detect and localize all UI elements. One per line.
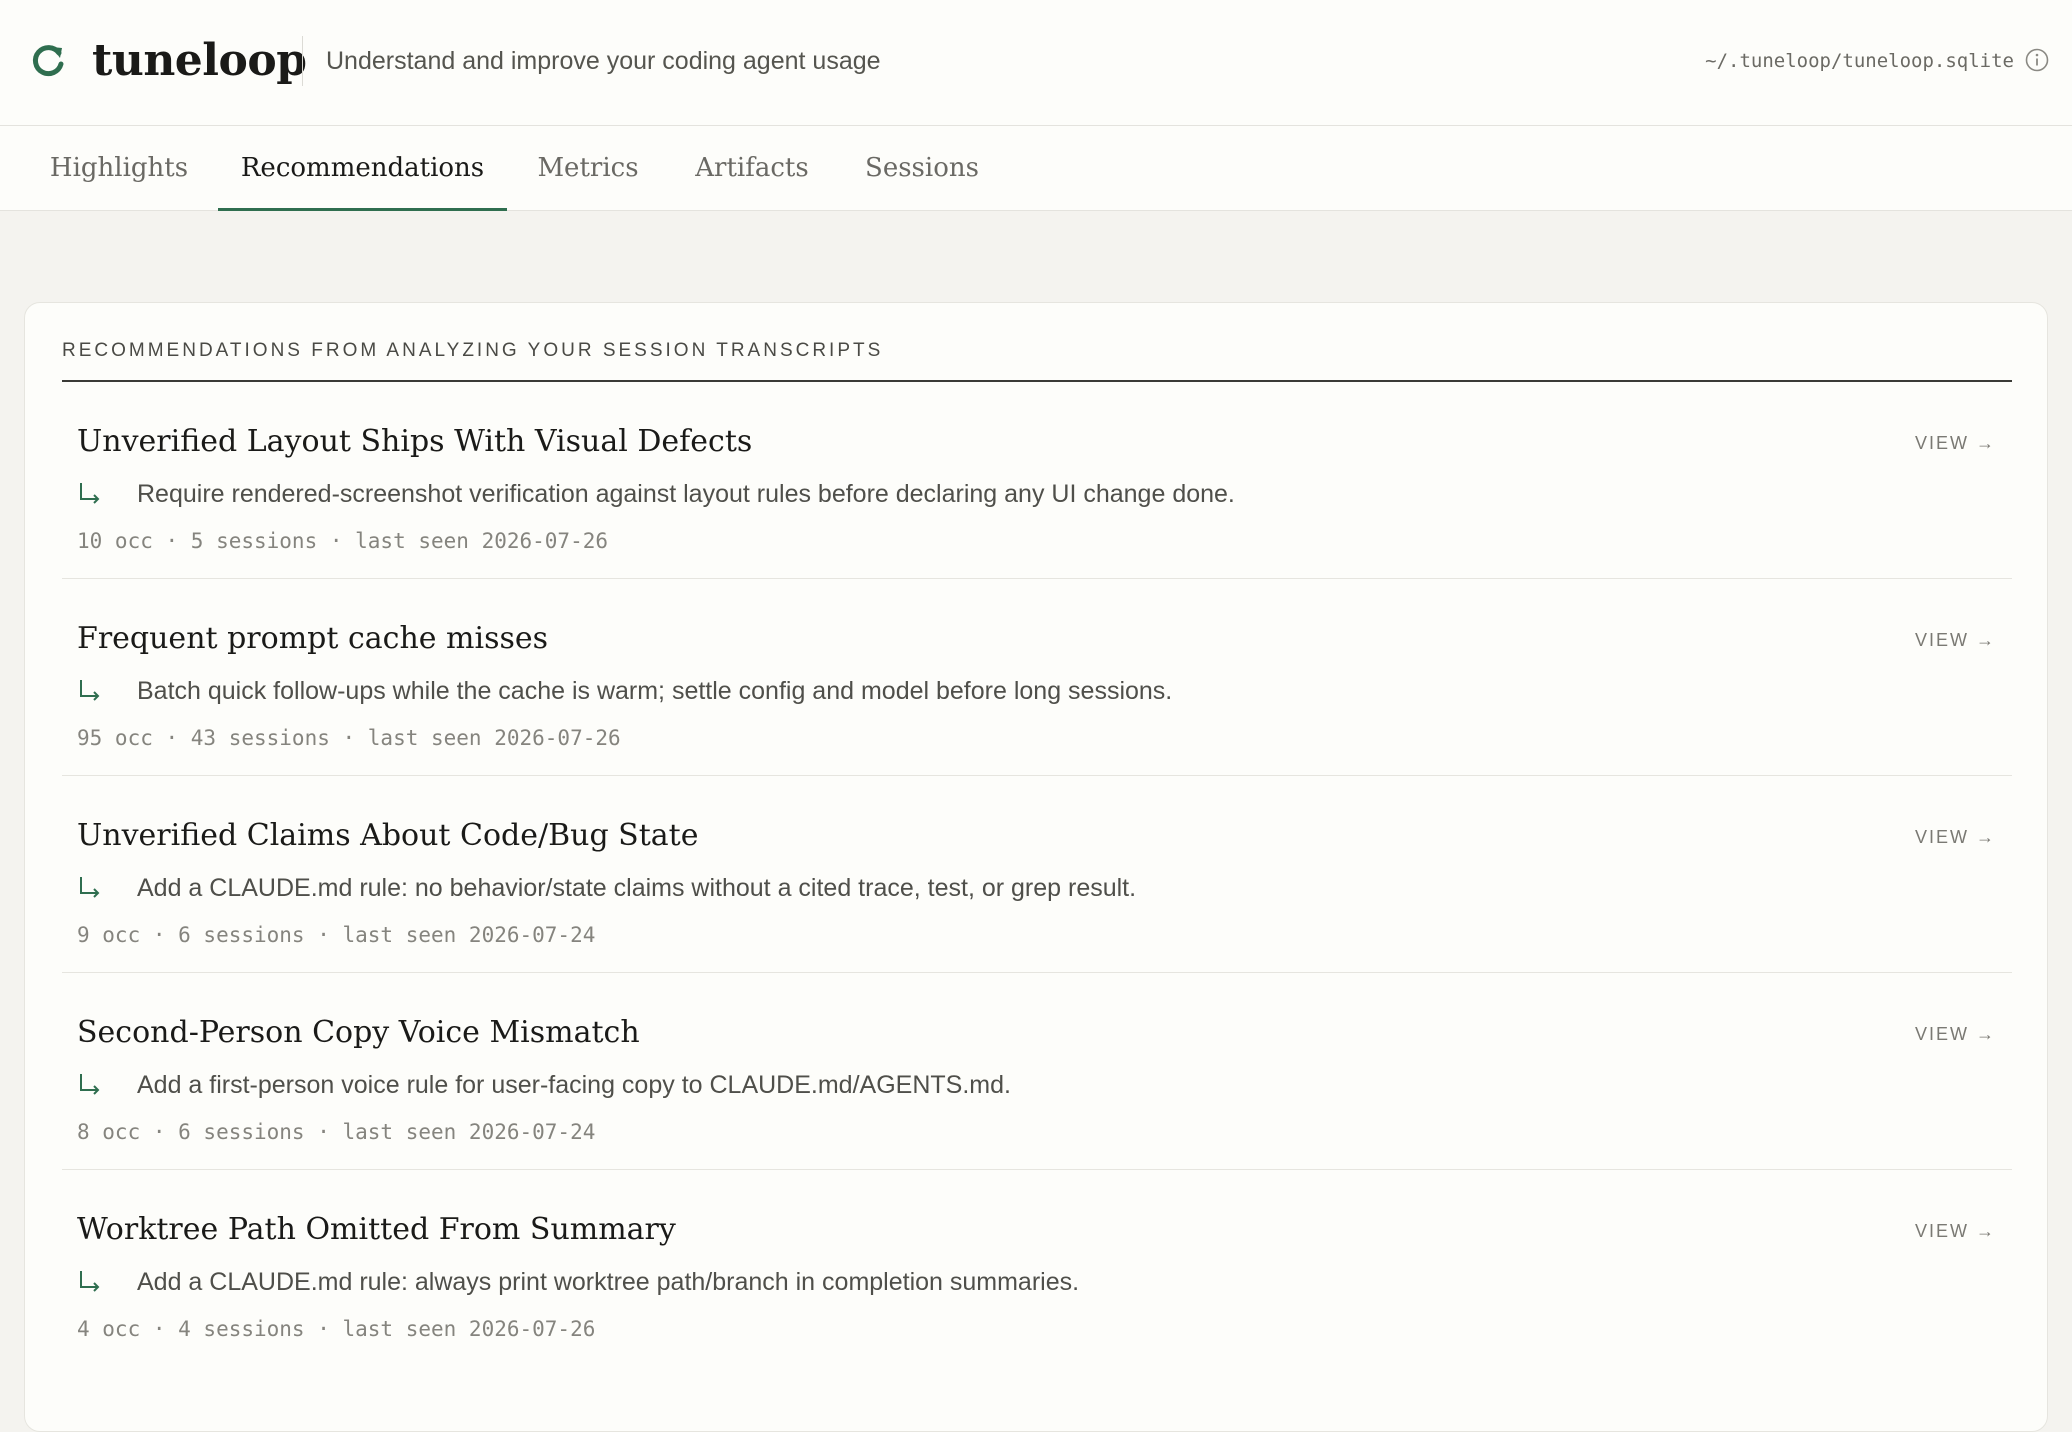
recommendations-card: RECOMMENDATIONS FROM ANALYZING YOUR SESS…	[24, 302, 2048, 1432]
view-link[interactable]: VIEW →	[1915, 1218, 1996, 1244]
recommendation-meta: 10 occ · 5 sessions · last seen 2026-07-…	[77, 529, 609, 553]
header-divider	[302, 36, 303, 86]
recommendation-title: Unverified Layout Ships With Visual Defe…	[77, 424, 753, 459]
view-link[interactable]: VIEW →	[1915, 627, 1996, 653]
corner-arrow-icon	[80, 877, 100, 898]
corner-arrow-icon	[80, 1271, 100, 1292]
section-heading: RECOMMENDATIONS FROM ANALYZING YOUR SESS…	[62, 340, 884, 361]
corner-arrow-icon	[80, 483, 100, 504]
recommendation-meta: 4 occ · 4 sessions · last seen 2026-07-2…	[77, 1317, 596, 1341]
tab-sessions[interactable]: Sessions	[856, 126, 988, 210]
tab-recommendations[interactable]: Recommendations	[218, 126, 507, 211]
corner-arrow-icon	[80, 1074, 100, 1095]
recommendation-item[interactable]: Unverified Layout Ships With Visual Defe…	[62, 382, 2012, 579]
recommendation-action: Add a CLAUDE.md rule: no behavior/state …	[137, 874, 1137, 902]
app-tagline: Understand and improve your coding agent…	[326, 47, 881, 75]
view-link[interactable]: VIEW →	[1915, 430, 1996, 456]
recommendation-item[interactable]: Second-Person Copy Voice Mismatch VIEW →…	[62, 973, 2012, 1170]
view-link[interactable]: VIEW →	[1915, 1021, 1996, 1047]
database-path: ~/.tuneloop/tuneloop.sqlite	[1705, 50, 2014, 72]
recommendation-title: Second-Person Copy Voice Mismatch	[77, 1015, 640, 1050]
app-name: tuneloop	[92, 35, 307, 86]
recommendation-item[interactable]: Worktree Path Omitted From Summary VIEW …	[62, 1170, 2012, 1367]
refresh-icon	[32, 45, 64, 77]
recommendation-action: Add a CLAUDE.md rule: always print workt…	[137, 1268, 1080, 1296]
recommendation-meta: 9 occ · 6 sessions · last seen 2026-07-2…	[77, 923, 596, 947]
corner-arrow-icon	[80, 680, 100, 701]
recommendation-action: Batch quick follow-ups while the cache i…	[137, 677, 1173, 705]
view-link[interactable]: VIEW →	[1915, 824, 1996, 850]
recommendation-action: Require rendered-screenshot verification…	[137, 480, 1235, 508]
tab-highlights[interactable]: Highlights	[34, 126, 204, 210]
recommendation-meta: 95 occ · 43 sessions · last seen 2026-07…	[77, 726, 621, 750]
info-icon[interactable]	[2025, 48, 2049, 72]
recommendation-action: Add a first-person voice rule for user-f…	[137, 1071, 1011, 1099]
app-header: tuneloop Understand and improve your cod…	[0, 0, 2072, 126]
recommendation-meta: 8 occ · 6 sessions · last seen 2026-07-2…	[77, 1120, 596, 1144]
tab-bar: Highlights Recommendations Metrics Artif…	[0, 126, 2072, 211]
recommendation-title: Worktree Path Omitted From Summary	[77, 1212, 676, 1247]
recommendation-title: Frequent prompt cache misses	[77, 621, 549, 656]
recommendation-item[interactable]: Unverified Claims About Code/Bug State V…	[62, 776, 2012, 973]
tab-metrics[interactable]: Metrics	[524, 126, 652, 210]
recommendation-item[interactable]: Frequent prompt cache misses VIEW → Batc…	[62, 579, 2012, 776]
recommendation-title: Unverified Claims About Code/Bug State	[77, 818, 699, 853]
tab-artifacts[interactable]: Artifacts	[686, 126, 818, 210]
